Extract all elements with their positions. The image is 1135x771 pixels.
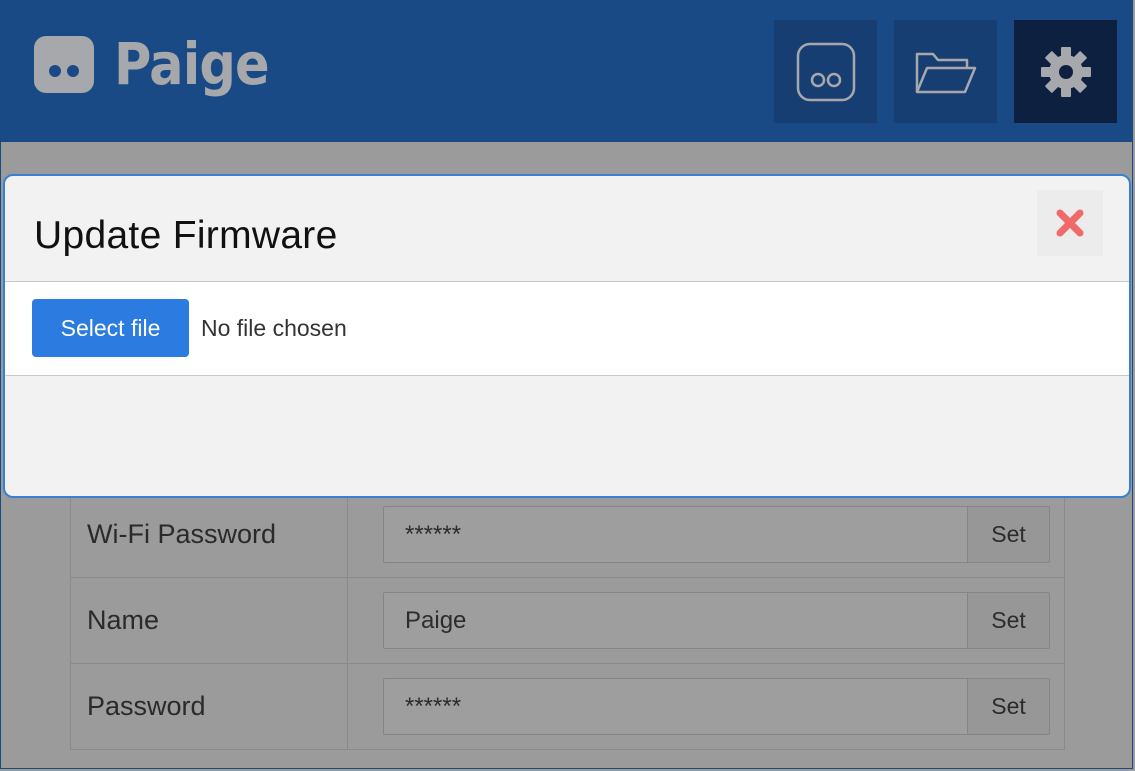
name-set-button[interactable]: Set xyxy=(967,592,1050,649)
gear-icon xyxy=(1040,46,1091,97)
settings-button[interactable] xyxy=(1014,20,1117,123)
wifi-password-input[interactable]: ****** xyxy=(383,506,967,563)
paige-logo-icon xyxy=(34,35,94,93)
app-header: Paige xyxy=(1,1,1132,142)
name-group: Paige Set xyxy=(383,592,1050,649)
wifi-password-label: Wi-Fi Password xyxy=(70,491,348,578)
app-logo: Paige xyxy=(34,34,290,94)
folder-icon xyxy=(915,52,976,93)
settings-table: Wi-Fi Password ****** Set Name Paige Set xyxy=(70,491,1065,750)
select-file-button[interactable]: Select file xyxy=(32,299,189,357)
password-set-button[interactable]: Set xyxy=(967,678,1050,735)
file-status-text: No file chosen xyxy=(201,315,347,341)
paige-face-icon xyxy=(796,42,855,101)
password-group: ****** Set xyxy=(383,678,1050,735)
name-input[interactable]: Paige xyxy=(383,592,967,649)
password-input[interactable]: ****** xyxy=(383,678,967,735)
modal-body: Select file No file chosen xyxy=(5,282,1129,376)
name-label: Name xyxy=(70,577,348,664)
password-label: Password xyxy=(70,663,348,750)
home-button[interactable] xyxy=(774,20,877,123)
wifi-password-set-button[interactable]: Set xyxy=(967,506,1050,563)
close-icon xyxy=(1056,209,1084,237)
modal-header: Update Firmware xyxy=(5,176,1129,282)
app-window: Paige Wi-Fi Password ****** Set Name Pai… xyxy=(0,0,1133,769)
update-firmware-modal: Update Firmware Select file No file chos… xyxy=(3,174,1131,498)
modal-title: Update Firmware xyxy=(34,214,338,257)
table-row: Wi-Fi Password ****** Set xyxy=(70,491,1065,578)
close-button[interactable] xyxy=(1037,190,1103,256)
table-row: Name Paige Set xyxy=(70,577,1065,664)
files-button[interactable] xyxy=(894,20,997,123)
wifi-password-group: ****** Set xyxy=(383,506,1050,563)
app-title: Paige xyxy=(114,30,270,98)
table-row: Password ****** Set xyxy=(70,663,1065,750)
